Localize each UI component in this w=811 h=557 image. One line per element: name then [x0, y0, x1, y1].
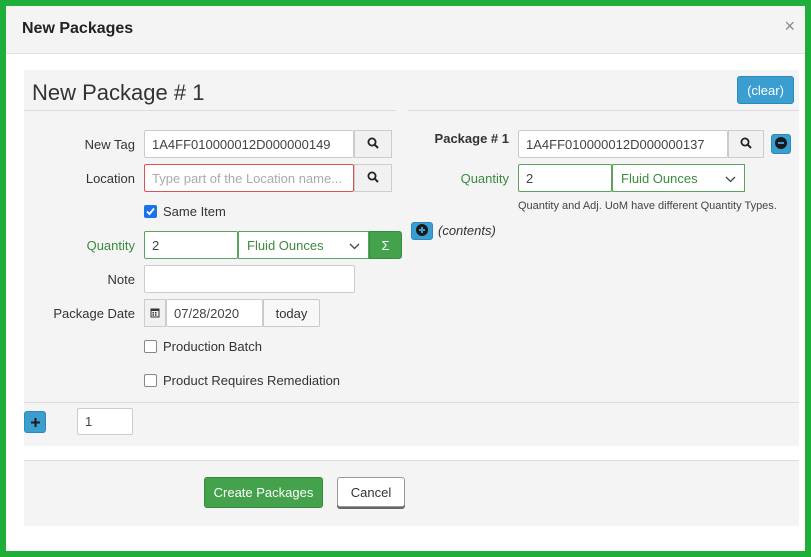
same-item-label: Same Item	[163, 204, 226, 219]
source-unit-value: Fluid Ounces	[621, 170, 698, 186]
location-search-button[interactable]	[354, 164, 392, 192]
quantity-unit-select[interactable]: Fluid Ounces	[238, 231, 369, 259]
note-label: Note	[107, 272, 135, 287]
production-batch-checkbox[interactable]: Production Batch	[144, 339, 262, 354]
production-batch-label: Production Batch	[163, 339, 263, 354]
source-quantity-field[interactable]: 2	[518, 164, 612, 192]
calendar-button[interactable]	[144, 299, 166, 327]
source-quantity-label: Quantity	[460, 171, 509, 186]
source-unit-select[interactable]: Fluid Ounces	[612, 164, 745, 192]
search-icon	[367, 171, 379, 186]
location-label: Location	[85, 171, 135, 186]
new-tag-field[interactable]: 1A4FF010000012D000000149	[144, 130, 354, 158]
new-tag-label: New Tag	[84, 137, 135, 152]
search-icon	[367, 137, 379, 152]
new-package-panel: New Package # 1 (clear) New Tag 1A4FF010…	[24, 70, 799, 446]
add-row-divider	[24, 402, 799, 403]
package-heading: New Package # 1	[32, 80, 205, 105]
today-button[interactable]: today	[263, 299, 320, 327]
chevron-down-icon	[725, 171, 736, 186]
dialog-frame: New Packages × New Package # 1 (clear) N…	[0, 0, 811, 557]
note-field[interactable]	[144, 265, 355, 293]
contents-toggle-button[interactable]	[411, 222, 433, 240]
checkbox-checked-icon	[144, 205, 157, 218]
create-packages-button[interactable]: Create Packages	[204, 477, 323, 508]
calendar-icon	[150, 306, 160, 321]
dialog-title: New Packages	[22, 20, 134, 37]
search-icon	[740, 137, 752, 152]
heading-divider-right	[408, 110, 799, 111]
add-package-button[interactable]	[24, 411, 46, 433]
plus-icon	[30, 415, 40, 430]
add-count-field[interactable]: 1	[77, 408, 133, 435]
clear-button[interactable]: (clear)	[737, 76, 794, 104]
new-tag-search-button[interactable]	[354, 130, 392, 158]
checkbox-unchecked-icon	[144, 340, 157, 353]
same-item-checkbox[interactable]: Same Item	[144, 204, 226, 219]
package-date-field[interactable]: 07/28/2020	[166, 299, 263, 327]
source-package-search-button[interactable]	[728, 130, 764, 158]
heading-divider-left	[24, 110, 396, 111]
chevron-down-icon	[349, 238, 360, 253]
dialog-titlebar: New Packages ×	[6, 6, 805, 54]
plus-circle-icon	[416, 223, 428, 239]
minus-circle-icon	[775, 136, 787, 152]
dialog-footer: Create Packages Cancel	[24, 460, 799, 526]
quantity-field[interactable]: 2	[144, 231, 238, 259]
source-package-tag-field[interactable]: 1A4FF010000012D000000137	[518, 130, 728, 158]
uom-warning-text: Quantity and Adj. UoM have different Qua…	[518, 200, 777, 212]
checkbox-unchecked-icon	[144, 374, 157, 387]
remediation-label: Product Requires Remediation	[163, 373, 341, 388]
package-date-label: Package Date	[53, 306, 135, 321]
remediation-checkbox[interactable]: Product Requires Remediation	[144, 373, 340, 388]
remove-source-package-button[interactable]	[771, 134, 791, 154]
cancel-button[interactable]: Cancel	[337, 477, 405, 507]
quantity-unit-value: Fluid Ounces	[247, 237, 324, 253]
quantity-label: Quantity	[86, 238, 135, 253]
close-icon[interactable]: ×	[784, 16, 795, 37]
location-field[interactable]: Type part of the Location name...	[144, 164, 354, 192]
contents-label: (contents)	[438, 223, 496, 238]
source-package-label: Package # 1	[434, 131, 509, 146]
sum-button[interactable]: Σ	[369, 231, 402, 259]
